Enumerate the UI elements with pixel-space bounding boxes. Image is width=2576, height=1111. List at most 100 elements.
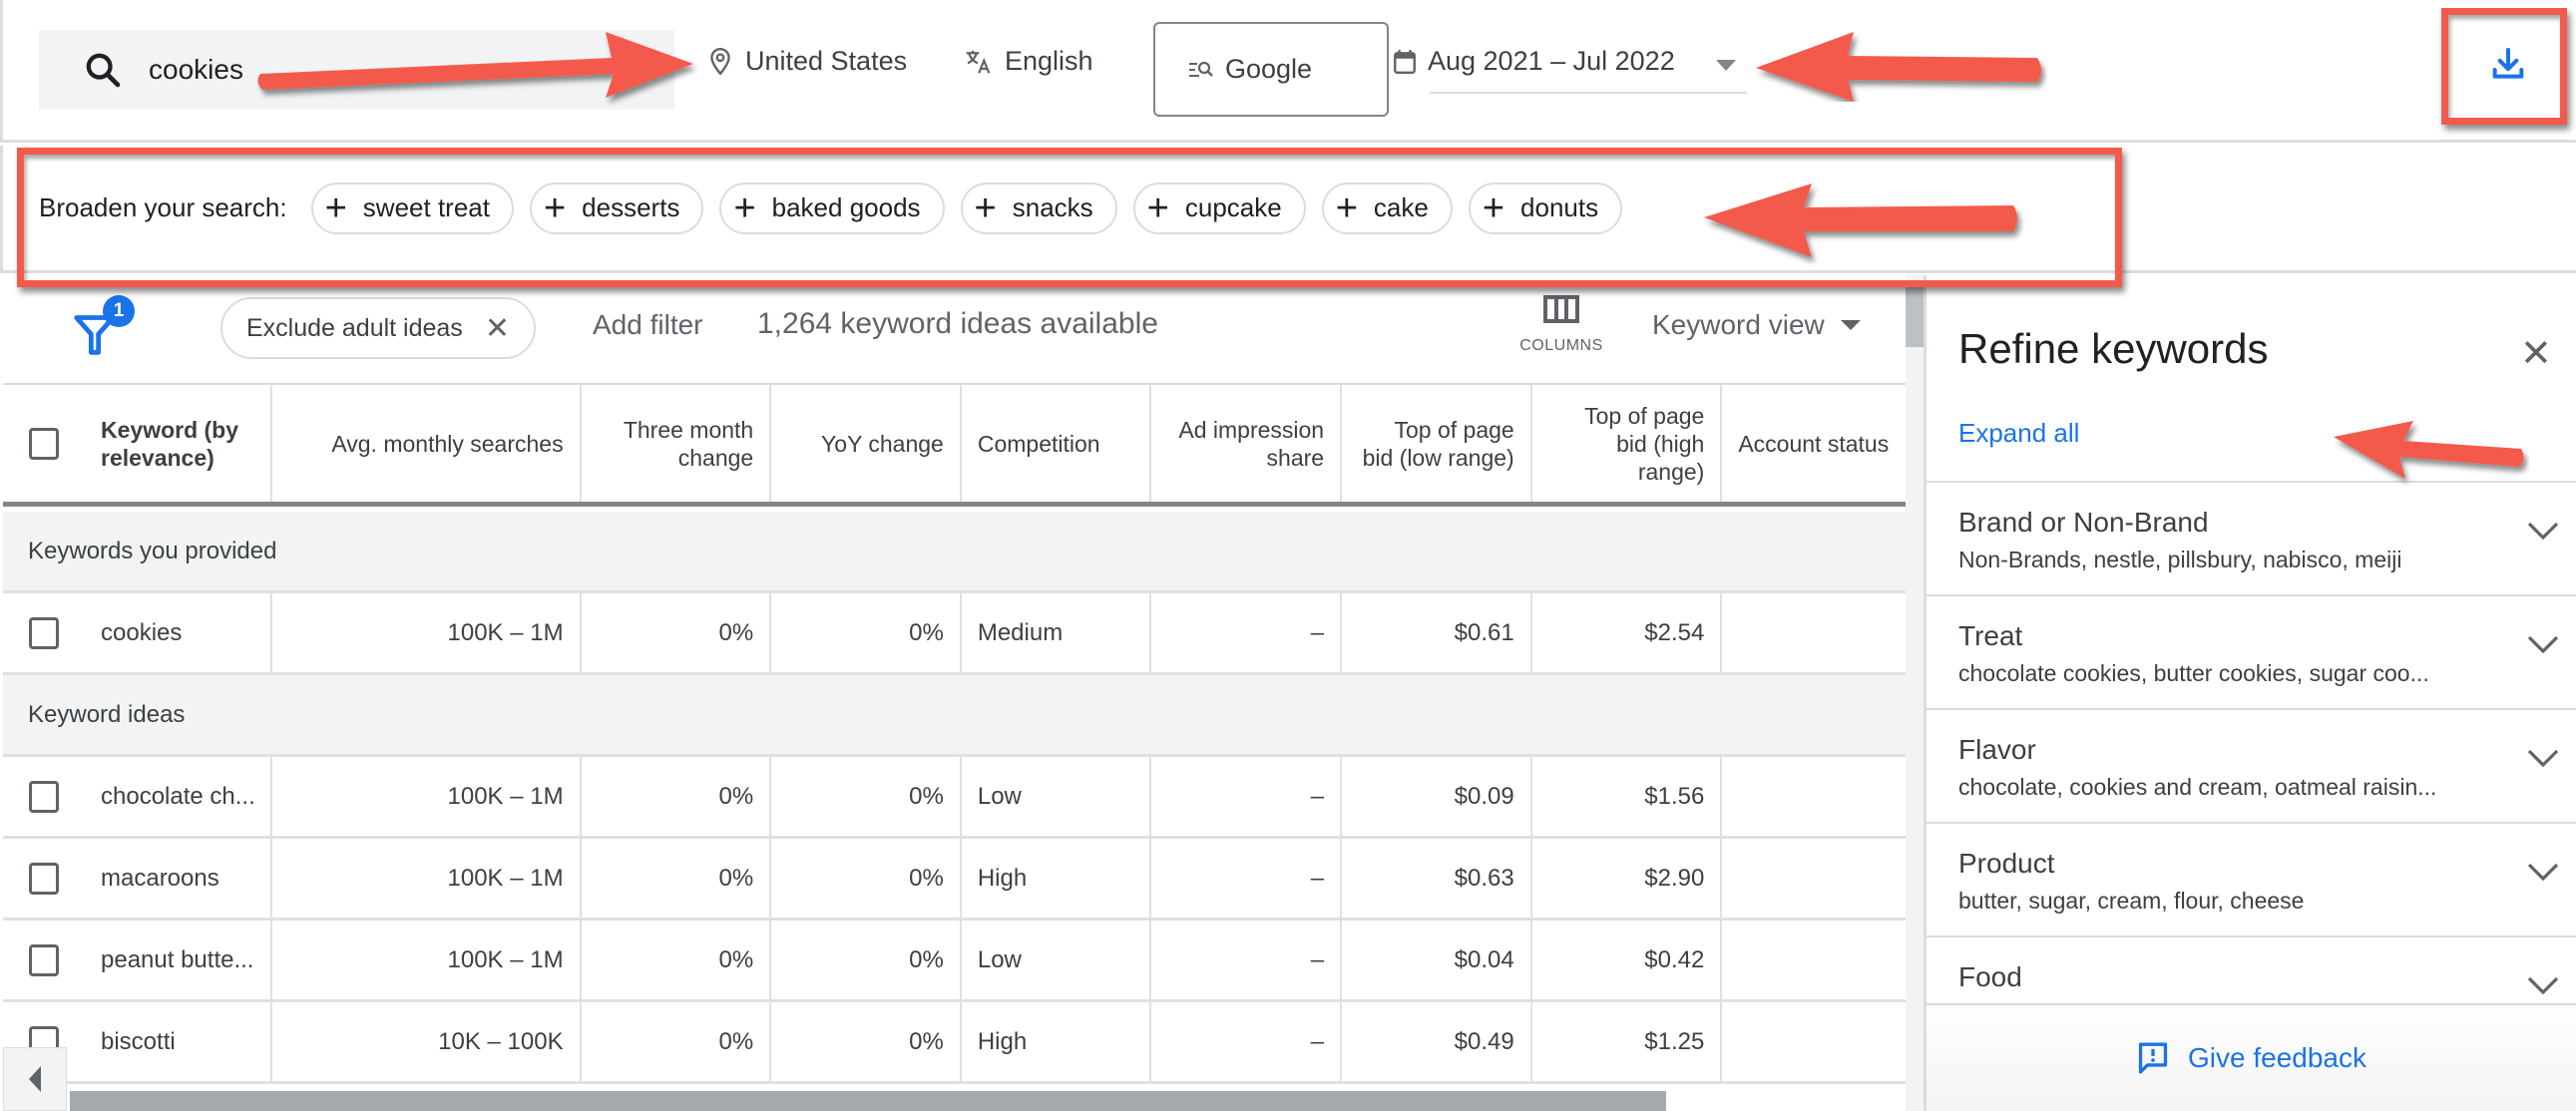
cell-status — [1722, 921, 1906, 999]
keyword-count: 1,264 keyword ideas available — [757, 307, 1158, 340]
header-account-status[interactable]: Account status — [1722, 385, 1906, 502]
chevron-down-icon[interactable] — [2525, 860, 2561, 884]
filter-button[interactable]: 1 — [73, 295, 153, 365]
cell-competition: Medium — [962, 593, 1152, 672]
cell-three-month: 0% — [582, 921, 772, 999]
close-icon[interactable]: ✕ — [485, 311, 510, 346]
cell-competition: High — [962, 1002, 1152, 1081]
table-row[interactable]: biscotti 10K – 100K 0% 0% High – $0.49 $1.25 — [3, 1002, 1906, 1084]
add-filter-button[interactable]: Add filter — [593, 309, 703, 341]
cell-low-bid: $0.09 — [1342, 757, 1532, 836]
cell-status — [1722, 593, 1906, 672]
panel-title: Refine keywords — [1958, 325, 2269, 372]
horizontal-scrollbar[interactable] — [70, 1091, 1666, 1111]
header-keyword[interactable]: Keyword (by relevance) — [3, 385, 273, 502]
filter-toolbar: 1 Exclude adult ideas ✕ Add filter 1,264… — [3, 275, 1906, 385]
cell-impression: – — [1151, 1002, 1343, 1081]
row-checkbox[interactable] — [29, 862, 59, 895]
cell-competition: Low — [962, 757, 1152, 836]
refine-keywords-panel: Refine keywords ✕ Expand all Brand or No… — [1924, 275, 2576, 1111]
table-group-header: Keywords you provided — [3, 512, 1906, 593]
feedback-bar: Give feedback — [1927, 1003, 2576, 1111]
keyword-view-label: Keyword view — [1652, 309, 1825, 340]
row-checkbox[interactable] — [29, 780, 59, 813]
header-ad-impression-share[interactable]: Ad impression share — [1151, 385, 1343, 502]
facet-title: Flavor — [1958, 734, 2036, 765]
chevron-down-icon[interactable] — [2525, 746, 2561, 770]
cell-avg: 10K – 100K — [272, 1002, 582, 1081]
expand-facet-toggle[interactable] — [2525, 973, 2561, 1002]
feedback-label: Give feedback — [2188, 1042, 2366, 1073]
dropdown-caret-icon — [1716, 60, 1736, 71]
facet-title: Product — [1958, 848, 2055, 879]
facet-summary: butter, sugar, cream, flour, cheese — [1958, 888, 2305, 914]
vertical-scrollbar[interactable] — [1906, 275, 1924, 1111]
chevron-down-icon[interactable] — [2525, 632, 2561, 656]
table-header-row: Keyword (by relevance) Avg. monthly sear… — [3, 385, 1906, 507]
table-row[interactable]: macaroons 100K – 1M 0% 0% High – $0.63 $2.90 — [3, 839, 1906, 921]
cell-yoy: 0% — [771, 1002, 962, 1081]
facet-summary: chocolate, cookies and cream, oatmeal ra… — [1958, 774, 2437, 800]
network-label: Google — [1225, 54, 1313, 84]
language-label: English — [1005, 46, 1093, 76]
table-row[interactable]: cookies 100K – 1M 0% 0% Medium – $0.61 $2.54 — [3, 593, 1906, 675]
header-low-bid[interactable]: Top of page bid (low range) — [1342, 385, 1532, 502]
chevron-left-icon — [29, 1066, 41, 1092]
facet-item[interactable]: Product butter, sugar, cream, flour, chee… — [1927, 822, 2576, 935]
row-checkbox[interactable] — [29, 943, 59, 976]
facet-item[interactable]: Treat chocolate cookies, butter cookies, … — [1927, 594, 2576, 708]
cell-avg: 100K – 1M — [272, 921, 582, 999]
give-feedback-button[interactable]: Give feedback — [2136, 1040, 2366, 1076]
cell-yoy: 0% — [771, 839, 962, 918]
header-high-bid[interactable]: Top of page bid (high range) — [1532, 385, 1723, 502]
row-checkbox[interactable] — [29, 616, 59, 649]
header-avg-monthly-searches[interactable]: Avg. monthly searches — [272, 385, 582, 502]
cell-avg: 100K – 1M — [272, 593, 582, 672]
search-value[interactable]: cookies — [149, 54, 243, 86]
cell-avg: 100K – 1M — [272, 757, 582, 836]
header-yoy-change[interactable]: YoY change — [771, 385, 962, 502]
header-competition[interactable]: Competition — [962, 385, 1152, 502]
annotation-arrow-broaden — [1704, 184, 2017, 257]
cell-yoy: 0% — [771, 757, 962, 836]
keyword-text: chocolate ch... — [101, 782, 255, 810]
columns-button[interactable]: COLUMNS — [1519, 295, 1602, 355]
keyword-text: peanut butte... — [101, 945, 254, 973]
exclude-adult-ideas-chip[interactable]: Exclude adult ideas ✕ — [220, 297, 536, 359]
chevron-down-icon[interactable] — [2525, 519, 2561, 543]
location-label: United States — [745, 46, 908, 76]
keyword-text: cookies — [101, 618, 183, 646]
location-pin-icon — [710, 47, 730, 76]
expand-facet-toggle[interactable] — [2525, 746, 2561, 775]
network-selector[interactable]: Google — [1153, 22, 1389, 117]
expand-facet-toggle[interactable] — [2525, 632, 2561, 661]
table-row[interactable]: chocolate ch... 100K – 1M 0% 0% Low – $0.09 $1.… — [3, 757, 1906, 839]
expand-facet-toggle[interactable] — [2525, 860, 2561, 889]
cell-three-month: 0% — [582, 757, 772, 836]
close-icon[interactable]: ✕ — [2520, 331, 2552, 376]
cell-high-bid: $2.90 — [1532, 839, 1723, 918]
facet-item[interactable]: Flavor chocolate, cookies and cream, oatm… — [1927, 708, 2576, 822]
cell-three-month: 0% — [582, 593, 772, 672]
annotation-box-download — [2441, 8, 2567, 125]
expand-all-link[interactable]: Expand all — [1958, 418, 2079, 449]
cell-competition: High — [962, 839, 1152, 918]
scroll-left-button[interactable] — [3, 1047, 67, 1111]
cell-low-bid: $0.49 — [1342, 1002, 1532, 1081]
cell-keyword: cookies — [3, 593, 273, 672]
cell-keyword: chocolate ch... — [3, 757, 273, 836]
keyword-text: biscotti — [101, 1027, 176, 1055]
facet-summary: Non-Brands, nestle, pillsbury, nabisco, … — [1958, 547, 2402, 572]
table-row[interactable]: peanut butte... 100K – 1M 0% 0% Low – $0.04 $0.… — [3, 921, 1906, 1002]
location-selector[interactable]: United States — [707, 46, 907, 77]
select-all-checkbox[interactable] — [29, 427, 59, 460]
date-range-selector[interactable]: Aug 2021 – Jul 2022 — [1392, 46, 1749, 94]
cell-keyword: macaroons — [3, 839, 273, 918]
expand-facet-toggle[interactable] — [2525, 519, 2561, 548]
keyword-view-select[interactable]: Keyword view — [1652, 309, 1861, 341]
scrollbar-thumb[interactable] — [1906, 287, 1924, 347]
chevron-down-icon[interactable] — [2525, 973, 2561, 997]
cell-yoy: 0% — [771, 593, 962, 672]
language-selector[interactable]: English — [963, 46, 1093, 77]
header-three-month-change[interactable]: Three month change — [582, 385, 772, 502]
